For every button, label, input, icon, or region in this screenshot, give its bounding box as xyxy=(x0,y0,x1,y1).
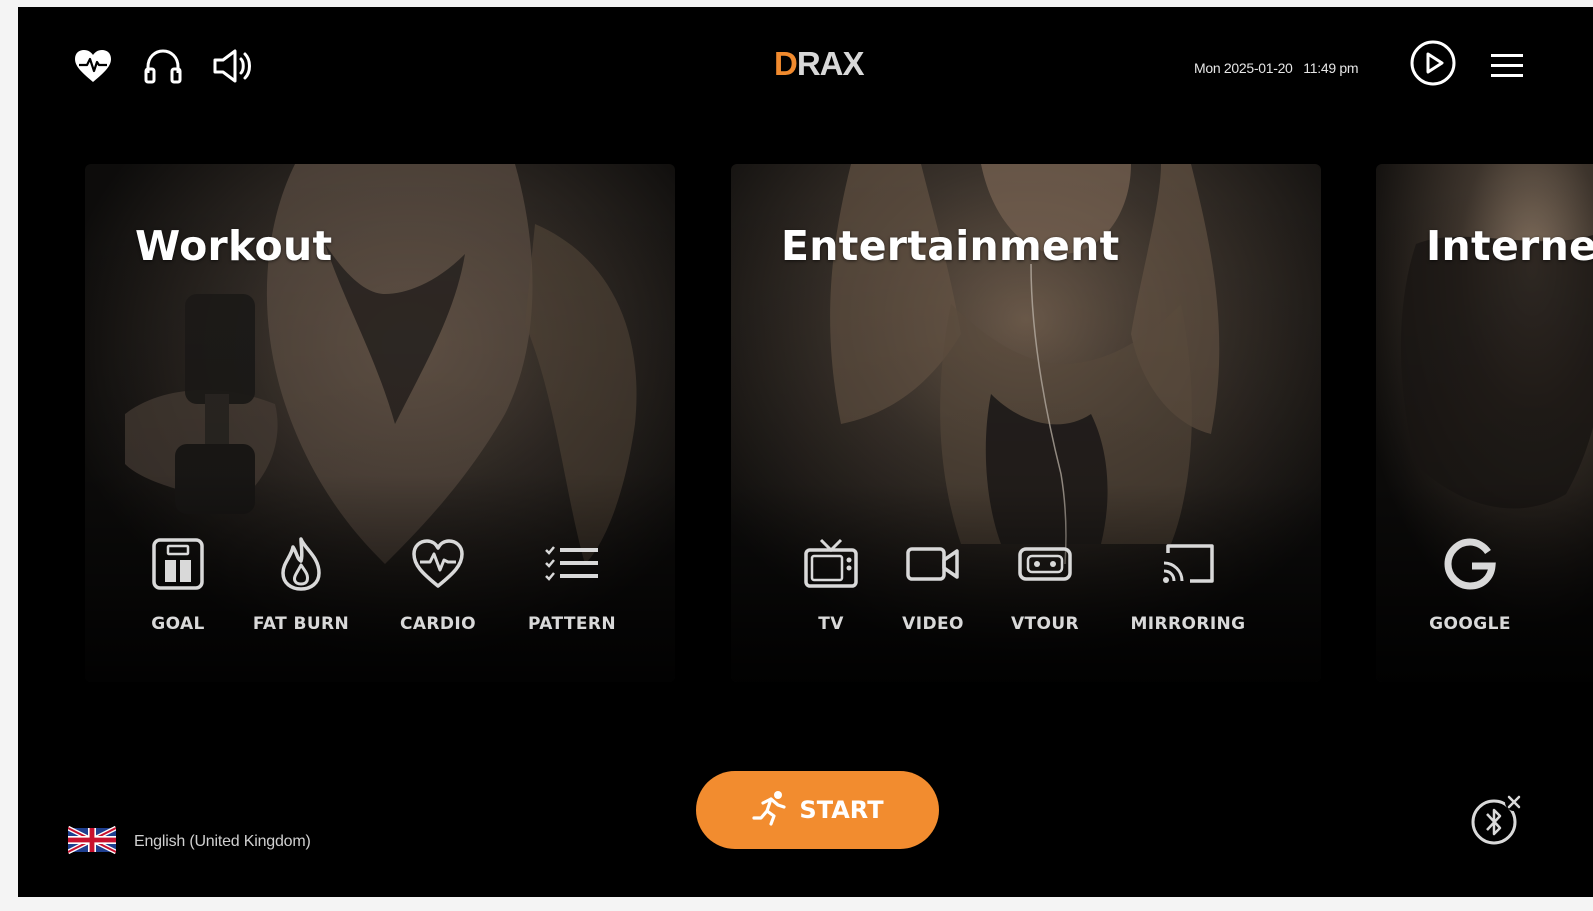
tile-label: TV xyxy=(818,614,844,634)
vtour-tile[interactable]: VTOUR xyxy=(1007,534,1083,634)
tile-label: FAT BURN xyxy=(252,614,350,634)
internet-card[interactable]: Interne GOOGLE xyxy=(1376,164,1593,682)
heart-rate-icon[interactable] xyxy=(70,43,116,89)
card-title: Workout xyxy=(135,222,333,270)
uk-flag-icon xyxy=(66,825,118,859)
checklist-icon xyxy=(542,534,602,594)
language-label: English (United Kingdom) xyxy=(134,833,311,850)
mirroring-tile[interactable]: MIRRORING xyxy=(1125,534,1251,634)
pattern-tile[interactable]: PATTERN xyxy=(522,534,622,634)
bluetooth-off-icon[interactable] xyxy=(1468,792,1524,848)
play-circle-icon[interactable] xyxy=(1408,38,1458,88)
video-tile[interactable]: VIDEO xyxy=(901,534,965,634)
app-screen: DRAX Mon 2025-01-20 11:49 pm Workout GOA… xyxy=(18,7,1593,897)
card-title: Entertainment xyxy=(781,222,1120,270)
speaker-icon[interactable] xyxy=(210,43,256,89)
scale-icon xyxy=(148,534,208,594)
heart-pulse-icon xyxy=(408,534,468,594)
flame-icon xyxy=(271,534,331,594)
logo-text: RAX xyxy=(796,45,865,82)
tv-tile[interactable]: TV xyxy=(803,534,859,634)
tile-label: MIRRORING xyxy=(1130,614,1246,634)
vr-headset-icon xyxy=(1015,534,1075,594)
tile-label: CARDIO xyxy=(399,614,476,634)
goal-tile[interactable]: GOAL xyxy=(136,534,220,634)
runner-icon xyxy=(751,790,789,830)
tile-label: GOAL xyxy=(151,614,205,634)
tile-label: VTOUR xyxy=(1010,614,1080,634)
start-button[interactable]: START xyxy=(696,771,939,849)
headphones-icon[interactable] xyxy=(140,43,186,89)
tile-label: GOOGLE xyxy=(1429,614,1511,634)
tile-label: PATTERN xyxy=(527,614,617,634)
tile-label: VIDEO xyxy=(902,614,964,634)
hamburger-menu-icon[interactable] xyxy=(1484,43,1530,89)
video-camera-icon xyxy=(903,534,963,594)
google-tile[interactable]: GOOGLE xyxy=(1428,534,1512,634)
card-title: Interne xyxy=(1426,222,1593,270)
language-selector[interactable]: English (United Kingdom) xyxy=(66,825,311,859)
tv-icon xyxy=(801,534,861,594)
cast-icon xyxy=(1158,534,1218,594)
drax-logo: DRAX xyxy=(774,45,865,83)
entertainment-card[interactable]: Entertainment TV VIDEO VTOUR MIRRORING xyxy=(731,164,1321,682)
logo-accent-letter: D xyxy=(774,45,798,82)
fat-burn-tile[interactable]: FAT BURN xyxy=(251,534,351,634)
datetime-display: Mon 2025-01-20 11:49 pm xyxy=(1194,60,1359,76)
google-icon xyxy=(1440,534,1500,594)
workout-card[interactable]: Workout GOAL FAT BURN CARDIO PATTERN xyxy=(85,164,675,682)
cardio-tile[interactable]: CARDIO xyxy=(396,534,480,634)
start-label: START xyxy=(799,796,884,824)
